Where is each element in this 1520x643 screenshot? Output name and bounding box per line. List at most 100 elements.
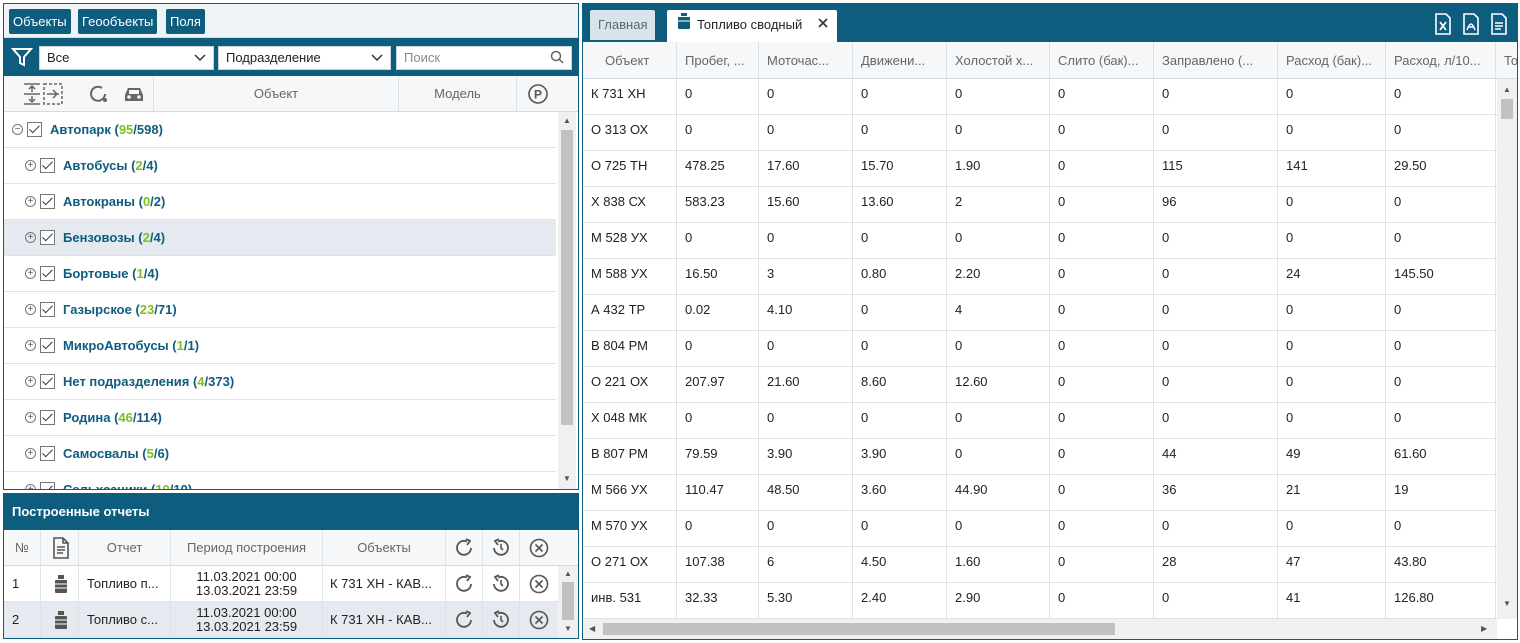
delete-all-icon[interactable] bbox=[520, 530, 558, 566]
grid-row[interactable]: О 271 ОХ 107.38 6 4.50 1.60 0 28 47 43.80 bbox=[583, 547, 1497, 583]
column-period[interactable]: Период построения bbox=[171, 530, 323, 566]
tree-row[interactable]: + Родина (46/114) bbox=[4, 400, 556, 436]
grid-column-header[interactable]: Объект bbox=[583, 42, 677, 79]
rebuild-icon[interactable] bbox=[446, 566, 483, 602]
type-select[interactable]: Все bbox=[39, 46, 214, 70]
reports-scrollbar[interactable]: ▲ ▼ bbox=[558, 566, 578, 638]
group-checkbox[interactable] bbox=[40, 266, 55, 281]
tab-objects[interactable]: Объекты bbox=[9, 9, 71, 34]
group-checkbox[interactable] bbox=[40, 338, 55, 353]
tree-row[interactable]: + Нет подразделения (4/373) bbox=[4, 364, 556, 400]
export-doc-icon[interactable] bbox=[1490, 13, 1508, 38]
grid-column-header[interactable]: Заправлено (... bbox=[1154, 42, 1278, 79]
refresh-status-icon[interactable] bbox=[82, 76, 114, 112]
scroll-up-icon[interactable]: ▲ bbox=[563, 116, 571, 125]
scroll-down-icon[interactable]: ▼ bbox=[563, 474, 571, 483]
expand-icon[interactable]: + bbox=[25, 412, 36, 423]
rebuild-all-icon[interactable] bbox=[446, 530, 483, 566]
expand-icon[interactable]: + bbox=[25, 196, 36, 207]
grid-vscrollbar[interactable]: ▲ ▼ bbox=[1497, 79, 1517, 619]
export-excel-icon[interactable] bbox=[1434, 13, 1452, 38]
tab-fields[interactable]: Поля bbox=[166, 9, 205, 34]
grid-row[interactable]: М 570 УХ 0 0 0 0 0 0 0 0 bbox=[583, 511, 1497, 547]
grid-column-header[interactable]: Слито (бак)... bbox=[1050, 42, 1154, 79]
tree-row[interactable]: + Бортовые (1/4) bbox=[4, 256, 556, 292]
group-checkbox[interactable] bbox=[40, 230, 55, 245]
column-num[interactable]: № bbox=[4, 530, 41, 566]
grid-vscroll-thumb[interactable] bbox=[1501, 99, 1513, 119]
expand-icon[interactable]: + bbox=[25, 160, 36, 171]
scroll-down-icon[interactable]: ▼ bbox=[564, 624, 572, 633]
tree-row[interactable]: − Автопарк (95/598) bbox=[4, 112, 556, 148]
tree-row[interactable]: + Сельхозники (10/10) bbox=[4, 472, 556, 489]
grid-column-header[interactable]: Моточас... bbox=[759, 42, 853, 79]
tree-row[interactable]: + Автокраны (0/2) bbox=[4, 184, 556, 220]
grid-row[interactable]: О 725 ТН 478.25 17.60 15.70 1.90 0 115 141 29.50 bbox=[583, 151, 1497, 187]
division-select[interactable]: Подразделение bbox=[218, 46, 391, 70]
expand-collapse-icon[interactable] bbox=[4, 76, 82, 112]
group-checkbox[interactable] bbox=[40, 410, 55, 425]
group-checkbox[interactable] bbox=[40, 302, 55, 317]
grid-row[interactable]: В 804 РМ 0 0 0 0 0 0 0 0 bbox=[583, 331, 1497, 367]
grid-column-header[interactable]: Движени... bbox=[853, 42, 947, 79]
expand-icon[interactable]: + bbox=[25, 232, 36, 243]
history-icon[interactable] bbox=[483, 566, 520, 602]
grid-column-header[interactable]: Расход, л/10... bbox=[1386, 42, 1496, 79]
history-all-icon[interactable] bbox=[483, 530, 520, 566]
column-model[interactable]: Модель bbox=[399, 76, 517, 112]
reports-scroll-thumb[interactable] bbox=[562, 582, 574, 620]
grid-row[interactable]: О 221 ОХ 207.97 21.60 8.60 12.60 0 0 0 0 bbox=[583, 367, 1497, 403]
report-row[interactable]: 1 Топливо п... 11.03.2021 00:00 13.03.2021 … bbox=[4, 566, 558, 602]
scroll-down-icon[interactable]: ▼ bbox=[1503, 599, 1511, 608]
group-checkbox[interactable] bbox=[40, 374, 55, 389]
group-checkbox[interactable] bbox=[40, 446, 55, 461]
grid-hscrollbar[interactable]: ◀ ▶ bbox=[583, 619, 1497, 639]
column-object[interactable]: Объект bbox=[154, 76, 399, 112]
tree-row[interactable]: + Самосвалы (5/6) bbox=[4, 436, 556, 472]
grid-hscroll-thumb[interactable] bbox=[603, 623, 1115, 635]
grid-row[interactable]: инв. 531 32.33 5.30 2.40 2.90 0 0 41 126.80 bbox=[583, 583, 1497, 619]
group-checkbox[interactable] bbox=[40, 482, 55, 489]
expand-icon[interactable]: + bbox=[25, 340, 36, 351]
close-icon[interactable] bbox=[817, 10, 829, 40]
grid-column-header[interactable]: Пробег, ... bbox=[677, 42, 759, 79]
grid-row[interactable]: О 313 ОХ 0 0 0 0 0 0 0 0 bbox=[583, 115, 1497, 151]
grid-row[interactable]: М 588 УХ 16.50 3 0.80 2.20 0 0 24 145.50 bbox=[583, 259, 1497, 295]
grid-row[interactable]: А 432 ТР 0.02 4.10 0 4 0 0 0 0 bbox=[583, 295, 1497, 331]
tree-row[interactable]: + Автобусы (2/4) bbox=[4, 148, 556, 184]
group-checkbox[interactable] bbox=[27, 122, 42, 137]
scroll-up-icon[interactable]: ▲ bbox=[1503, 85, 1511, 94]
delete-icon[interactable] bbox=[520, 602, 558, 638]
tree-row[interactable]: + МикроАвтобусы (1/1) bbox=[4, 328, 556, 364]
history-icon[interactable] bbox=[483, 602, 520, 638]
group-checkbox[interactable] bbox=[40, 194, 55, 209]
delete-icon[interactable] bbox=[520, 566, 558, 602]
grid-row[interactable]: К 731 ХН 0 0 0 0 0 0 0 0 bbox=[583, 79, 1497, 115]
tab-fuel-summary[interactable]: Топливо сводный bbox=[667, 10, 837, 42]
export-pdf-icon[interactable] bbox=[1462, 13, 1480, 38]
expand-icon[interactable]: + bbox=[25, 448, 36, 459]
scroll-left-icon[interactable]: ◀ bbox=[589, 624, 595, 633]
search-icon[interactable] bbox=[550, 49, 564, 73]
grid-row[interactable]: М 528 УХ 0 0 0 0 0 0 0 0 bbox=[583, 223, 1497, 259]
grid-row[interactable]: Х 048 МК 0 0 0 0 0 0 0 0 bbox=[583, 403, 1497, 439]
rebuild-icon[interactable] bbox=[446, 602, 483, 638]
scroll-right-icon[interactable]: ▶ bbox=[1481, 624, 1487, 633]
expand-icon[interactable]: + bbox=[25, 304, 36, 315]
group-checkbox[interactable] bbox=[40, 158, 55, 173]
parking-icon[interactable]: P bbox=[517, 76, 559, 112]
grid-row[interactable]: М 566 УХ 110.47 48.50 3.60 44.90 0 36 21 19 bbox=[583, 475, 1497, 511]
car-icon[interactable] bbox=[114, 76, 154, 112]
tree-scroll-thumb[interactable] bbox=[561, 130, 573, 425]
grid-column-header[interactable]: То bbox=[1496, 42, 1517, 79]
report-row[interactable]: 2 Топливо с... 11.03.2021 00:00 13.03.2021 … bbox=[4, 602, 558, 638]
grid-row[interactable]: В 807 РМ 79.59 3.90 3.90 0 0 44 49 61.60 bbox=[583, 439, 1497, 475]
collapse-icon[interactable]: − bbox=[12, 124, 23, 135]
expand-icon[interactable]: + bbox=[25, 484, 36, 489]
column-objects[interactable]: Объекты bbox=[323, 530, 446, 566]
expand-icon[interactable]: + bbox=[25, 268, 36, 279]
tab-home[interactable]: Главная bbox=[590, 10, 656, 40]
tree-row[interactable]: + Газырское (23/71) bbox=[4, 292, 556, 328]
grid-column-header[interactable]: Холостой х... bbox=[947, 42, 1050, 79]
filter-icon[interactable] bbox=[10, 46, 34, 71]
